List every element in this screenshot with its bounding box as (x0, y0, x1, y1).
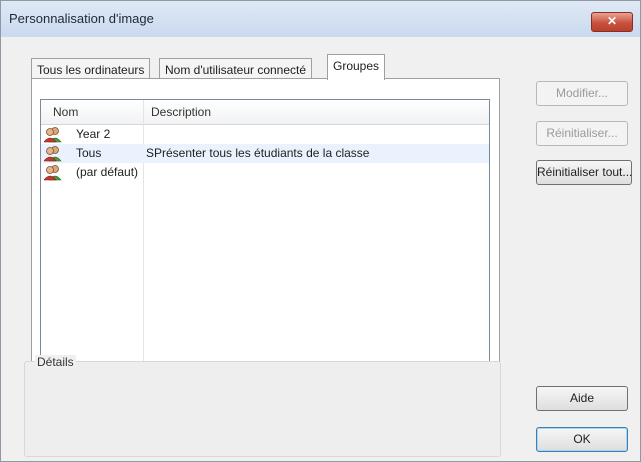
group-name: (par défaut) (76, 165, 139, 179)
groupes-tab-panel: Nom Description Year 2 Tous SPrésenter t… (31, 78, 500, 370)
group-name: Year 2 (76, 127, 111, 141)
tab-label: Tous les ordinateurs (37, 63, 145, 77)
close-icon: ✕ (606, 14, 618, 28)
dialog-window: Personnalisation d'image ✕ Tous les ordi… (0, 0, 641, 462)
group-icon (44, 146, 62, 162)
list-item-selected[interactable]: Tous SPrésenter tous les étudiants de la… (41, 144, 489, 163)
details-groupbox (24, 361, 501, 457)
help-button[interactable]: Aide (536, 386, 628, 411)
list-header: Nom Description (41, 100, 489, 125)
tab-label: Groupes (333, 59, 380, 73)
group-icon (44, 127, 62, 143)
column-header-nom[interactable]: Nom (53, 100, 78, 124)
window-title: Personnalisation d'image (9, 11, 154, 26)
tab-nom-utilisateur-connecte[interactable]: Nom d'utilisateur connecté (159, 58, 313, 80)
title-bar[interactable]: Personnalisation d'image ✕ (1, 1, 640, 37)
group-description: SPrésenter tous les étudiants de la clas… (146, 146, 370, 160)
close-button[interactable]: ✕ (591, 12, 633, 32)
groups-list[interactable]: Nom Description Year 2 Tous SPrésenter t… (40, 99, 490, 363)
group-name: Tous (76, 146, 102, 160)
tab-tous-les-ordinateurs[interactable]: Tous les ordinateurs (31, 58, 151, 80)
tab-label: Nom d'utilisateur connecté (165, 63, 307, 77)
list-item[interactable]: (par défaut) (41, 163, 489, 182)
reset-all-button[interactable]: Réinitialiser tout... (536, 160, 632, 185)
dialog-client-area: Tous les ordinateurs Nom d'utilisateur c… (1, 37, 640, 461)
column-header-description[interactable]: Description (151, 100, 211, 124)
ok-button[interactable]: OK (536, 427, 628, 452)
modify-button[interactable]: Modifier... (536, 81, 628, 106)
reset-button[interactable]: Réinitialiser... (536, 121, 628, 146)
list-item[interactable]: Year 2 (41, 125, 489, 144)
tab-groupes[interactable]: Groupes (327, 54, 386, 80)
details-label: Détails (35, 355, 76, 369)
group-icon (44, 165, 62, 181)
